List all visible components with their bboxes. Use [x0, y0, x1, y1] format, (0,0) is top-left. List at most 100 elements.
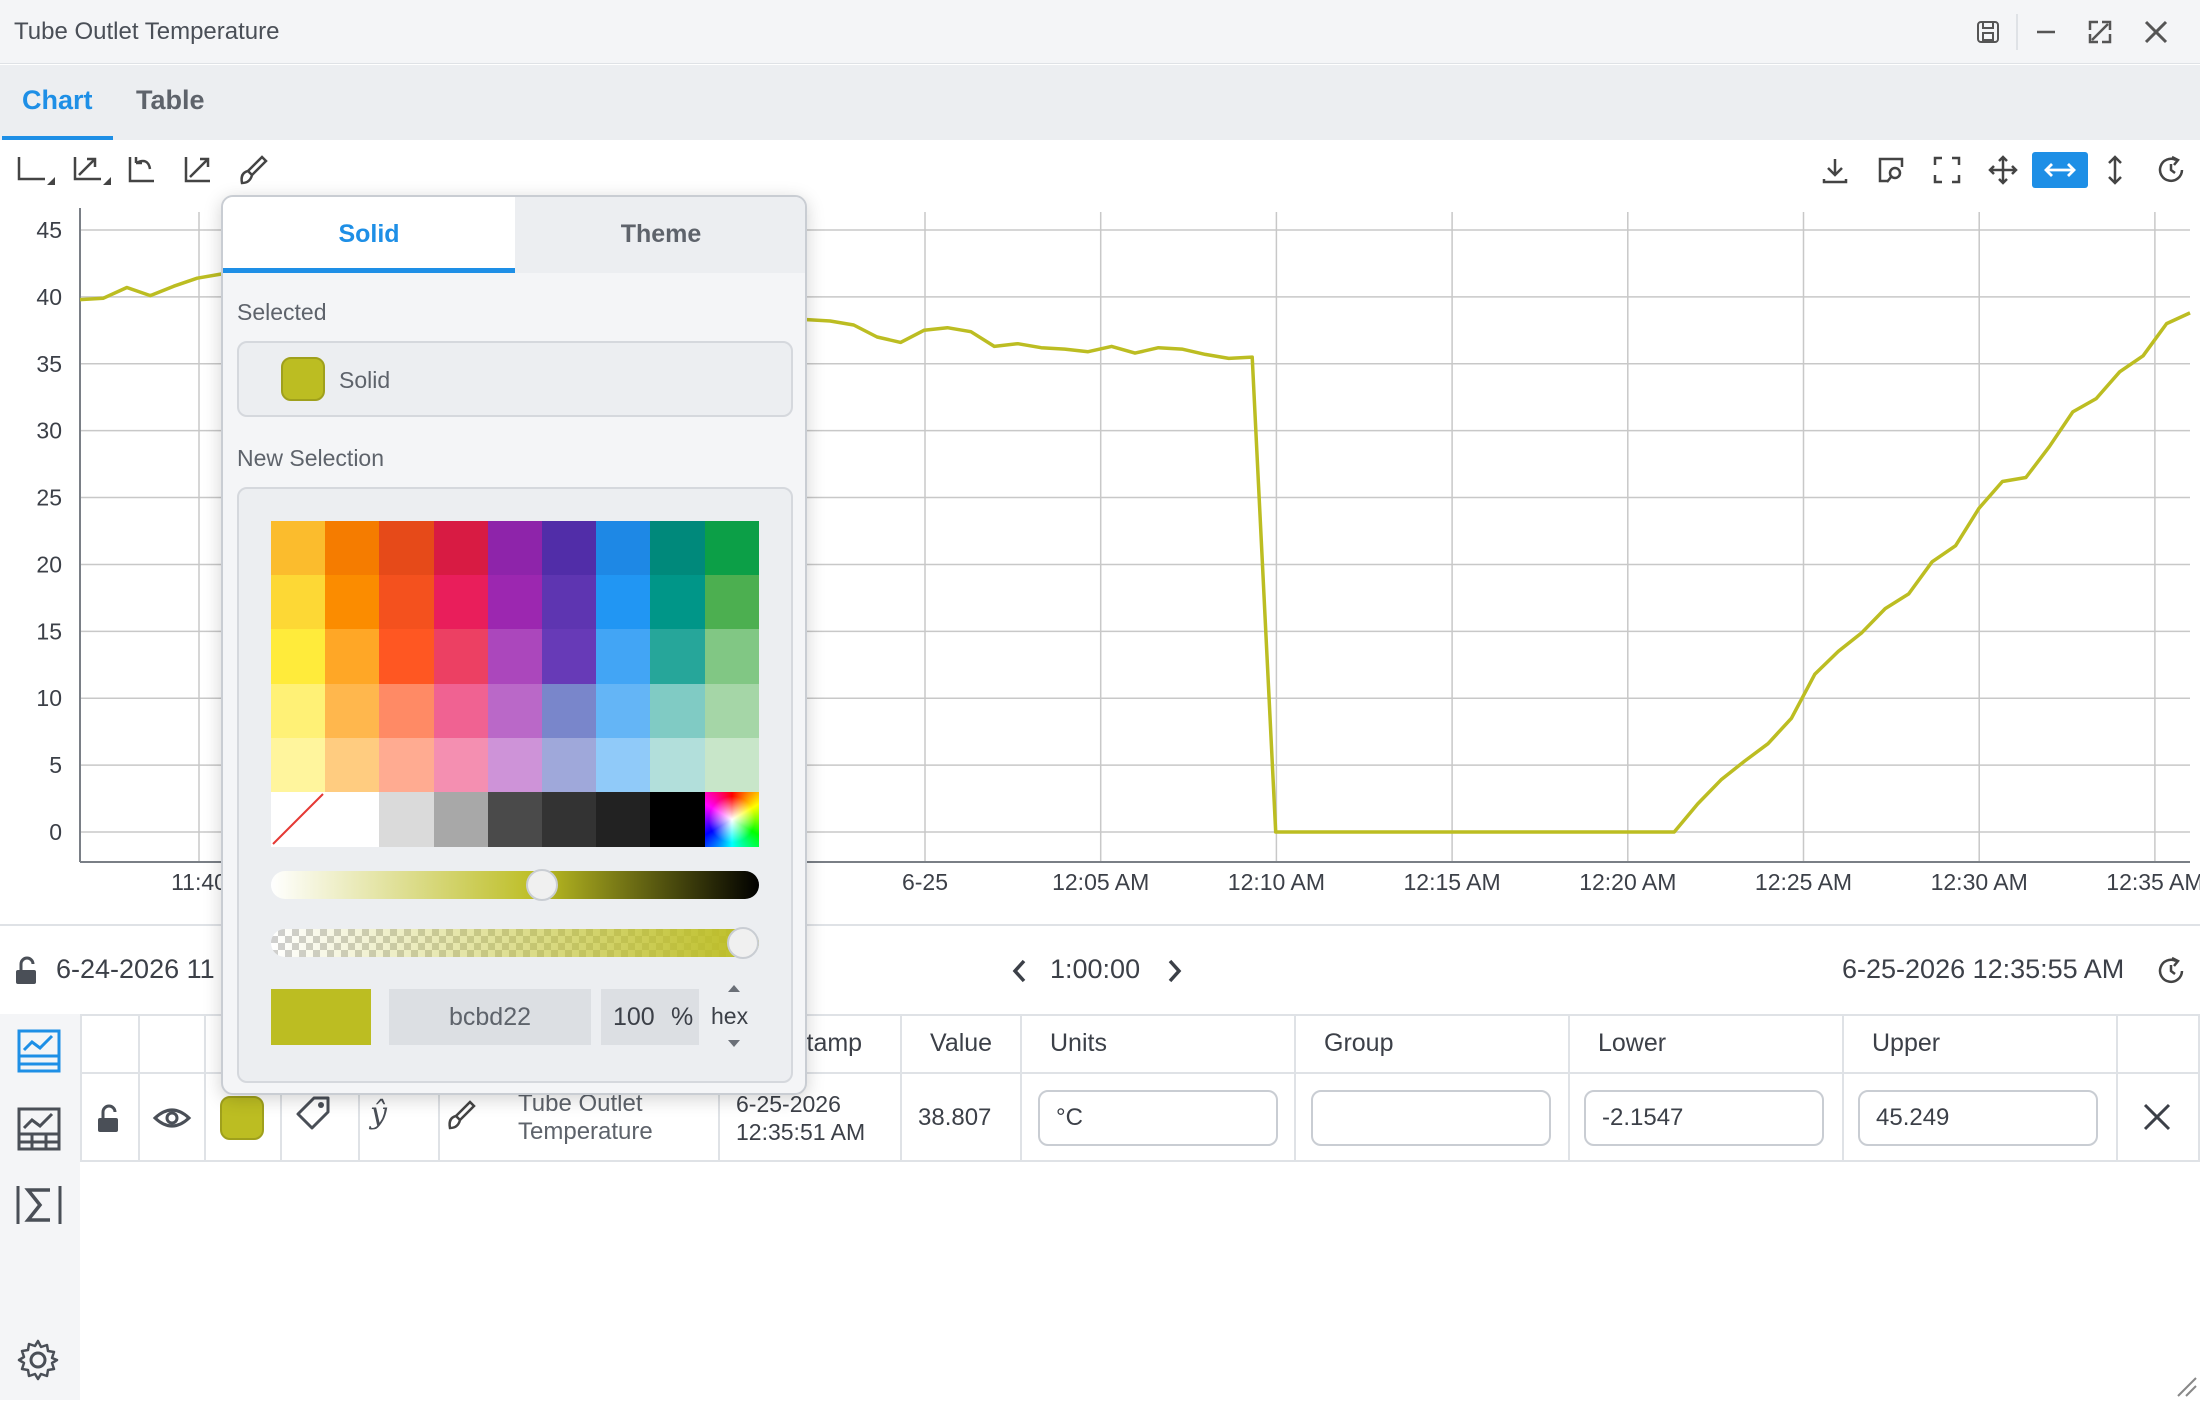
palette-swatch[interactable] — [433, 683, 489, 739]
header-group[interactable]: Group — [1310, 1014, 1393, 1072]
palette-swatch[interactable] — [271, 629, 326, 685]
palette-swatch[interactable] — [542, 792, 597, 847]
sigma-icon[interactable] — [14, 1182, 64, 1233]
header-units[interactable]: Units — [1036, 1014, 1107, 1072]
palette-swatch[interactable] — [487, 575, 543, 630]
palette-swatch[interactable] — [542, 737, 597, 793]
resize-grip-icon[interactable] — [2176, 1376, 2198, 1403]
tag-icon[interactable] — [294, 1094, 334, 1139]
inspect-icon[interactable] — [1870, 152, 1912, 188]
palette-swatch[interactable] — [487, 629, 543, 685]
palette-swatch[interactable] — [650, 683, 706, 739]
palette-swatch[interactable] — [379, 575, 435, 630]
axis-auto-icon[interactable] — [70, 152, 112, 188]
palette-swatch[interactable] — [596, 575, 651, 630]
palette-swatch[interactable] — [271, 521, 326, 576]
row-name[interactable]: Tube Outlet Temperature — [518, 1090, 653, 1146]
tab-theme[interactable]: Theme — [515, 197, 805, 273]
palette-swatch[interactable] — [542, 575, 597, 630]
palette-swatch[interactable] — [271, 683, 326, 739]
palette-swatch[interactable] — [650, 575, 706, 630]
palette-swatch[interactable] — [487, 521, 543, 576]
row-lock-icon[interactable] — [94, 1104, 122, 1139]
palette-swatch[interactable] — [379, 683, 435, 739]
fullscreen-icon[interactable] — [1926, 152, 1968, 188]
chart-table-icon[interactable] — [16, 1106, 62, 1157]
palette-swatch[interactable] — [271, 575, 326, 630]
save-icon[interactable] — [1970, 14, 2006, 50]
palette-swatch[interactable] — [542, 683, 597, 739]
format-toggle[interactable]: hex — [709, 983, 759, 1051]
row-color-swatch[interactable] — [220, 1096, 264, 1140]
palette-swatch[interactable] — [271, 737, 326, 793]
chevron-right-icon[interactable] — [1162, 956, 1186, 991]
palette-swatch[interactable] — [596, 792, 651, 847]
palette-swatch[interactable] — [433, 575, 489, 630]
brush-icon[interactable] — [232, 152, 274, 188]
tab-solid[interactable]: Solid — [223, 197, 515, 273]
refresh-icon[interactable] — [2150, 152, 2192, 188]
expand-axis-icon[interactable] — [176, 152, 218, 188]
axis-icon[interactable] — [14, 152, 56, 188]
palette-swatch[interactable] — [650, 737, 706, 793]
palette-swatch[interactable] — [704, 737, 760, 793]
units-input[interactable]: °C — [1038, 1090, 1278, 1146]
shade-slider-knob[interactable] — [526, 869, 559, 901]
palette-swatch[interactable] — [487, 792, 543, 847]
palette-swatch[interactable] — [542, 629, 597, 685]
range-refresh-icon[interactable] — [2156, 956, 2186, 991]
palette-swatch[interactable] — [542, 521, 597, 576]
visibility-eye-icon[interactable] — [152, 1102, 192, 1139]
lower-input[interactable]: -2.1547 — [1584, 1090, 1824, 1146]
group-input[interactable] — [1311, 1090, 1551, 1146]
palette-swatch[interactable] — [596, 521, 651, 576]
maximize-icon[interactable] — [2082, 14, 2118, 50]
palette-swatch[interactable] — [596, 629, 651, 685]
alpha-slider-knob[interactable] — [727, 927, 759, 959]
palette-swatch[interactable] — [379, 737, 435, 793]
trend-list-icon[interactable] — [16, 1028, 62, 1079]
no-color-swatch[interactable] — [271, 792, 326, 847]
horizontal-zoom-icon[interactable] — [2032, 152, 2088, 188]
palette-swatch[interactable] — [487, 683, 543, 739]
y-hat-icon[interactable]: ŷ — [370, 1096, 387, 1131]
header-lower[interactable]: Lower — [1584, 1014, 1666, 1072]
palette-swatch[interactable] — [325, 792, 380, 847]
vertical-zoom-icon[interactable] — [2094, 152, 2136, 188]
palette-swatch[interactable] — [325, 575, 380, 630]
palette-swatch[interactable] — [325, 737, 380, 793]
palette-swatch[interactable] — [650, 792, 706, 847]
palette-swatch[interactable] — [433, 521, 489, 576]
palette-swatch[interactable] — [433, 737, 489, 793]
palette-swatch[interactable] — [704, 629, 760, 685]
palette-swatch[interactable] — [650, 521, 706, 576]
palette-swatch[interactable] — [379, 629, 435, 685]
tab-chart[interactable]: Chart — [2, 65, 113, 140]
range-start[interactable]: 6-24-2026 11 — [56, 954, 215, 985]
opacity-input[interactable]: 100 — [613, 1003, 655, 1032]
palette-swatch[interactable] — [379, 792, 435, 847]
range-duration[interactable]: 1:00:00 — [1050, 954, 1140, 985]
alpha-slider[interactable] — [271, 927, 759, 959]
upper-input[interactable]: 45.249 — [1858, 1090, 2098, 1146]
header-upper[interactable]: Upper — [1858, 1014, 1940, 1072]
pan-icon[interactable] — [1982, 152, 2024, 188]
tab-table[interactable]: Table — [116, 65, 225, 140]
undo-zoom-icon[interactable] — [120, 152, 162, 188]
format-down-icon[interactable] — [726, 1039, 742, 1049]
palette-swatch[interactable] — [596, 683, 651, 739]
palette-swatch[interactable] — [487, 737, 543, 793]
palette-swatch[interactable] — [325, 521, 380, 576]
custom-color-spectrum-swatch[interactable] — [704, 792, 760, 847]
palette-swatch[interactable] — [325, 629, 380, 685]
remove-row-icon[interactable] — [2140, 1100, 2174, 1139]
palette-swatch[interactable] — [704, 521, 760, 576]
row-brush-icon[interactable] — [444, 1098, 478, 1137]
palette-swatch[interactable] — [704, 683, 760, 739]
range-lock-icon[interactable] — [12, 956, 40, 991]
opacity-field[interactable]: 100 % — [601, 989, 699, 1045]
settings-gear-icon[interactable] — [16, 1338, 60, 1387]
palette-swatch[interactable] — [704, 575, 760, 630]
chevron-left-icon[interactable] — [1008, 956, 1032, 991]
download-icon[interactable] — [1814, 152, 1856, 188]
